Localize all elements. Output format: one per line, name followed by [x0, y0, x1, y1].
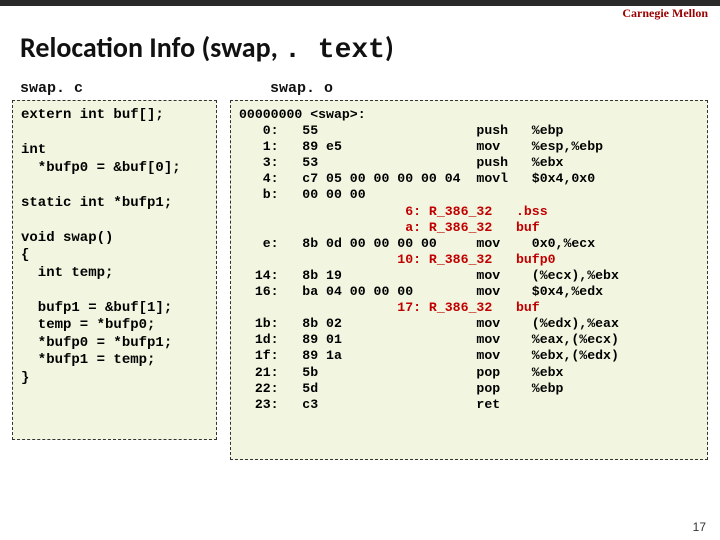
- obj-line-1f: 1f: 89 1a mov %ebx,(%edx): [239, 348, 619, 363]
- obj-line-14: 14: 8b 19 mov (%ecx),%ebx: [239, 268, 619, 283]
- slide-title: Relocation Info (swap, . text): [20, 30, 394, 66]
- obj-line-1d: 1d: 89 01 mov %eax,(%ecx): [239, 332, 619, 347]
- object-code-box: 00000000 <swap>: 0: 55 push %ebp 1: 89 e…: [230, 100, 708, 460]
- obj-line-22: 22: 5d pop %ebp: [239, 381, 563, 396]
- title-mono: . text: [284, 35, 385, 66]
- source-code-box: extern int buf[]; int *bufp0 = &buf[0]; …: [12, 100, 217, 440]
- reloc-6: 6: R_386_32 .bss: [239, 204, 548, 219]
- title-suffix: ): [385, 30, 394, 65]
- slide-top-bar: [0, 0, 720, 6]
- obj-line-4: 4: c7 05 00 00 00 00 04 movl $0x4,0x0: [239, 171, 595, 186]
- obj-line-3: 3: 53 push %ebx: [239, 155, 563, 170]
- obj-head: 00000000 <swap>:: [239, 107, 366, 122]
- brand-label: Carnegie Mellon: [622, 6, 708, 21]
- label-swap-c: swap. c: [20, 80, 83, 97]
- obj-line-0: 0: 55 push %ebp: [239, 123, 563, 138]
- title-prefix: Relocation Info (swap,: [20, 30, 284, 65]
- obj-line-1b: 1b: 8b 02 mov (%edx),%eax: [239, 316, 619, 331]
- reloc-a: a: R_386_32 buf: [239, 220, 540, 235]
- obj-line-1: 1: 89 e5 mov %esp,%ebp: [239, 139, 603, 154]
- obj-line-21: 21: 5b pop %ebx: [239, 365, 563, 380]
- obj-line-b: b: 00 00 00: [239, 187, 366, 202]
- obj-line-23: 23: c3 ret: [239, 397, 500, 412]
- page-number: 17: [693, 520, 706, 534]
- obj-line-e: e: 8b 0d 00 00 00 00 mov 0x0,%ecx: [239, 236, 595, 251]
- obj-line-16: 16: ba 04 00 00 00 mov $0x4,%edx: [239, 284, 603, 299]
- reloc-17: 17: R_386_32 buf: [239, 300, 540, 315]
- label-swap-o: swap. o: [270, 80, 333, 97]
- reloc-10: 10: R_386_32 bufp0: [239, 252, 556, 267]
